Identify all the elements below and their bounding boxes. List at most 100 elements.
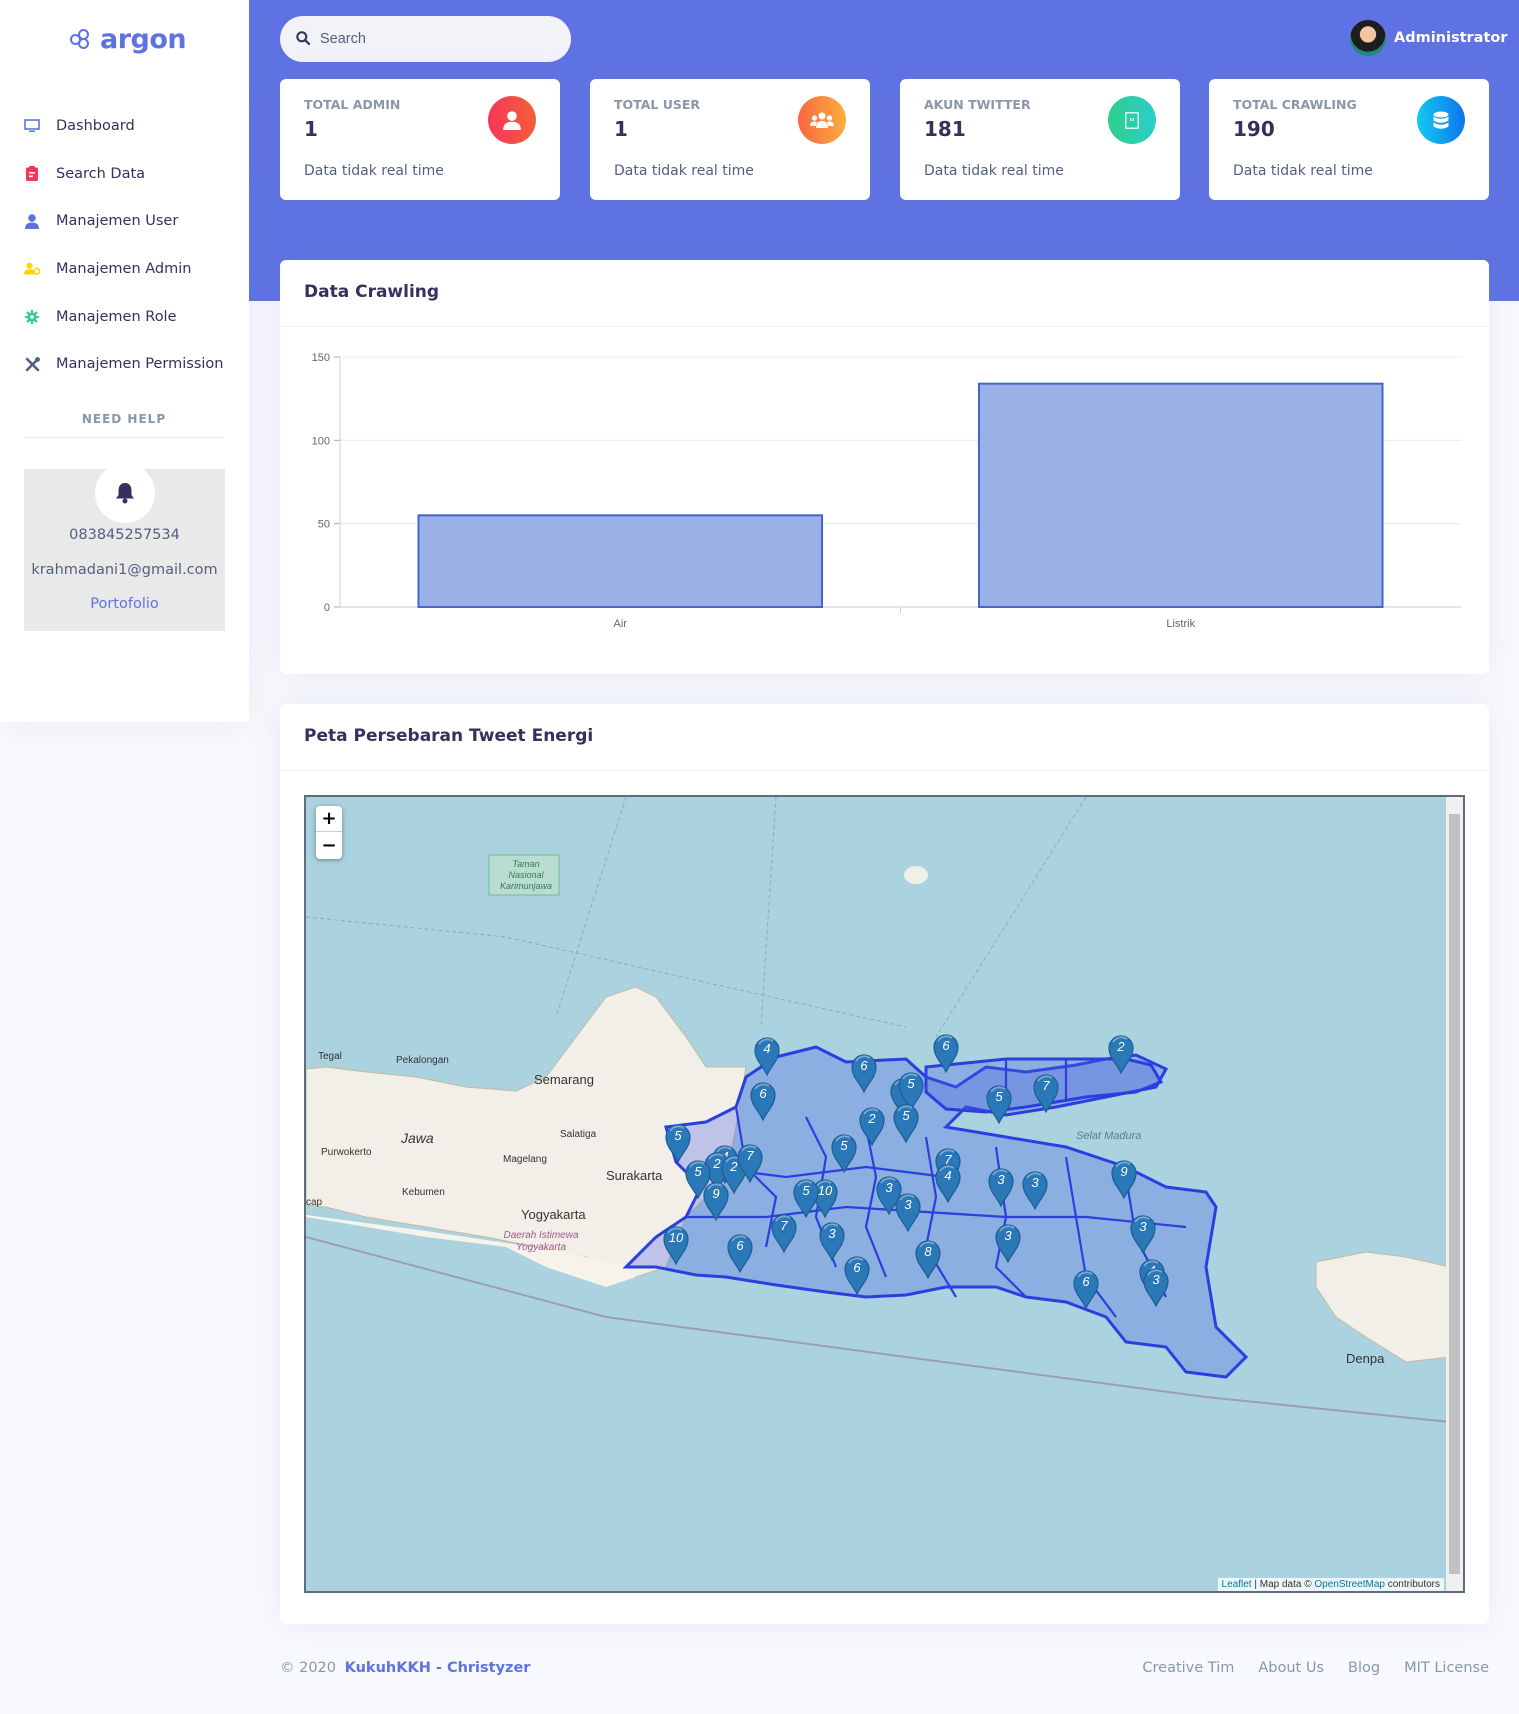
map-label: Selat Madura xyxy=(1076,1130,1142,1142)
brand-logo[interactable]: argon xyxy=(70,24,187,55)
stat-note: Data tidak real time xyxy=(304,163,444,179)
footer-link-mit-license[interactable]: MIT License xyxy=(1404,1660,1489,1676)
tools-icon xyxy=(24,356,40,372)
map-marker[interactable]: 2 xyxy=(858,1106,886,1146)
chart-card: Data Crawling 0 50 100 150 Air Listrik xyxy=(280,260,1489,674)
map-marker[interactable]: 3 xyxy=(1129,1214,1157,1254)
marker-count: 6 xyxy=(736,1238,744,1253)
sidebar-item-manajemen-permission[interactable]: Manajemen Permission xyxy=(0,340,249,388)
map-marker[interactable]: 10 xyxy=(662,1225,690,1265)
map-marker[interactable]: 5 xyxy=(985,1084,1013,1124)
footer-link-blog[interactable]: Blog xyxy=(1348,1660,1380,1676)
argon-logo-icon xyxy=(70,28,92,51)
marker-count: 6 xyxy=(860,1058,868,1073)
user-menu[interactable]: Administrator xyxy=(1350,20,1508,56)
sidebar-item-dashboard[interactable]: Dashboard xyxy=(0,102,249,150)
avatar xyxy=(1350,20,1386,56)
map-marker[interactable]: 7 xyxy=(770,1213,798,1253)
brand-name: argon xyxy=(100,24,187,55)
map-marker[interactable]: 9 xyxy=(1110,1159,1138,1199)
user-name: Administrator xyxy=(1394,30,1508,46)
stat-value: 181 xyxy=(924,117,966,141)
marker-count: 4 xyxy=(944,1168,952,1183)
map-label: Salatiga xyxy=(560,1129,597,1140)
need-help-heading: NEED HELP xyxy=(81,412,167,426)
scrollbar-thumb[interactable] xyxy=(1449,814,1460,1574)
leaflet-link[interactable]: Leaflet xyxy=(1222,1579,1252,1590)
marker-count: 6 xyxy=(942,1038,950,1053)
map-marker[interactable]: 5 xyxy=(792,1178,820,1218)
map-marker[interactable]: 3 xyxy=(1021,1170,1049,1210)
map-marker[interactable]: 3 xyxy=(994,1223,1022,1263)
marker-count: 2 xyxy=(1117,1039,1125,1054)
map-label: Yogyakarta xyxy=(521,1207,586,1222)
openstreetmap-link[interactable]: OpenStreetMap xyxy=(1314,1579,1385,1590)
stat-title: AKUN TWITTER xyxy=(924,97,1031,112)
marker-count: 3 xyxy=(1031,1175,1039,1190)
map-marker[interactable]: 6 xyxy=(932,1033,960,1073)
map-marker[interactable]: 7 xyxy=(1032,1073,1060,1113)
stat-title: TOTAL USER xyxy=(614,97,701,112)
zoom-control: + − xyxy=(316,806,342,859)
map-scrollbar[interactable] xyxy=(1446,797,1463,1591)
footer-link-about-us[interactable]: About Us xyxy=(1258,1660,1324,1676)
map-label: Surakarta xyxy=(606,1168,663,1183)
map-marker[interactable]: 6 xyxy=(1072,1269,1100,1309)
marker-count: 7 xyxy=(746,1148,754,1163)
search-input[interactable] xyxy=(320,31,550,47)
map-marker[interactable]: 4 xyxy=(934,1163,962,1203)
map-marker[interactable]: 6 xyxy=(850,1053,878,1093)
sidebar-item-search-data[interactable]: Search Data xyxy=(0,150,249,198)
copyright-text: © 2020 xyxy=(280,1660,337,1676)
marker-count: 3 xyxy=(904,1197,912,1212)
map-marker[interactable]: 4 xyxy=(753,1036,781,1076)
marker-count: 3 xyxy=(1139,1219,1147,1234)
map-label: Purwokerto xyxy=(321,1147,372,1158)
map-marker[interactable]: 2 xyxy=(1107,1034,1135,1074)
map-marker[interactable]: 5 xyxy=(892,1103,920,1143)
marker-count: 3 xyxy=(1004,1228,1012,1243)
map-marker[interactable]: 3 xyxy=(894,1192,922,1232)
map-label: Magelang xyxy=(503,1154,547,1165)
x-tick-label: Air xyxy=(614,618,628,630)
marker-count: 5 xyxy=(802,1183,810,1198)
user-cog-icon xyxy=(24,261,40,277)
map-marker[interactable]: 3 xyxy=(987,1167,1015,1207)
file-icon xyxy=(1108,96,1156,144)
map-marker[interactable]: 6 xyxy=(843,1255,871,1295)
sidebar-item-label: Dashboard xyxy=(56,117,135,134)
map-marker[interactable]: 5 xyxy=(664,1123,692,1163)
stat-note: Data tidak real time xyxy=(924,163,1064,179)
map-marker[interactable]: 7 xyxy=(736,1143,764,1183)
sidebar-item-manajemen-role[interactable]: Manajemen Role xyxy=(0,293,249,341)
footer-links: Creative Tim About Us Blog MIT License xyxy=(1142,1660,1489,1676)
sidebar-item-manajemen-admin[interactable]: Manajemen Admin xyxy=(0,245,249,293)
map-marker[interactable]: 5 xyxy=(830,1133,858,1173)
stat-note: Data tidak real time xyxy=(614,163,754,179)
sidebar: argon Dashboard Search Data Manajemen Us… xyxy=(0,0,249,722)
marker-count: 5 xyxy=(674,1128,682,1143)
map-attribution: Leaflet | Map data © OpenStreetMap contr… xyxy=(1217,1578,1444,1591)
zoom-in-button[interactable]: + xyxy=(316,806,342,832)
stat-card-total-admin: TOTAL ADMIN 1 Data tidak real time xyxy=(280,79,560,200)
footer-link-creative-tim[interactable]: Creative Tim xyxy=(1142,1660,1234,1676)
zoom-out-button[interactable]: − xyxy=(316,832,342,858)
sidebar-item-manajemen-user[interactable]: Manajemen User xyxy=(0,197,249,245)
map-marker[interactable]: 9 xyxy=(702,1181,730,1221)
sidebar-item-label: Search Data xyxy=(56,165,146,182)
map-marker[interactable]: 6 xyxy=(749,1081,777,1121)
monitor-icon xyxy=(24,118,40,134)
map-marker[interactable]: 6 xyxy=(726,1233,754,1273)
author-link[interactable]: KukuhKKH - Christyzer xyxy=(345,1660,531,1676)
leaflet-map[interactable]: Taman Nasional Karimunjawa Tegal Pekalon… xyxy=(304,795,1465,1593)
map-marker[interactable]: 3 xyxy=(1142,1267,1170,1307)
gear-icon xyxy=(24,309,40,325)
marker-count: 5 xyxy=(995,1089,1003,1104)
map-marker[interactable]: 8 xyxy=(914,1239,942,1279)
users-icon xyxy=(798,96,846,144)
map-marker[interactable]: 3 xyxy=(818,1221,846,1261)
portfolio-link[interactable]: Portofolio xyxy=(24,596,225,612)
search-bar[interactable] xyxy=(280,16,571,62)
map-label: Tegal xyxy=(318,1051,342,1062)
stat-card-total-crawling: TOTAL CRAWLING 190 Data tidak real time xyxy=(1209,79,1489,200)
